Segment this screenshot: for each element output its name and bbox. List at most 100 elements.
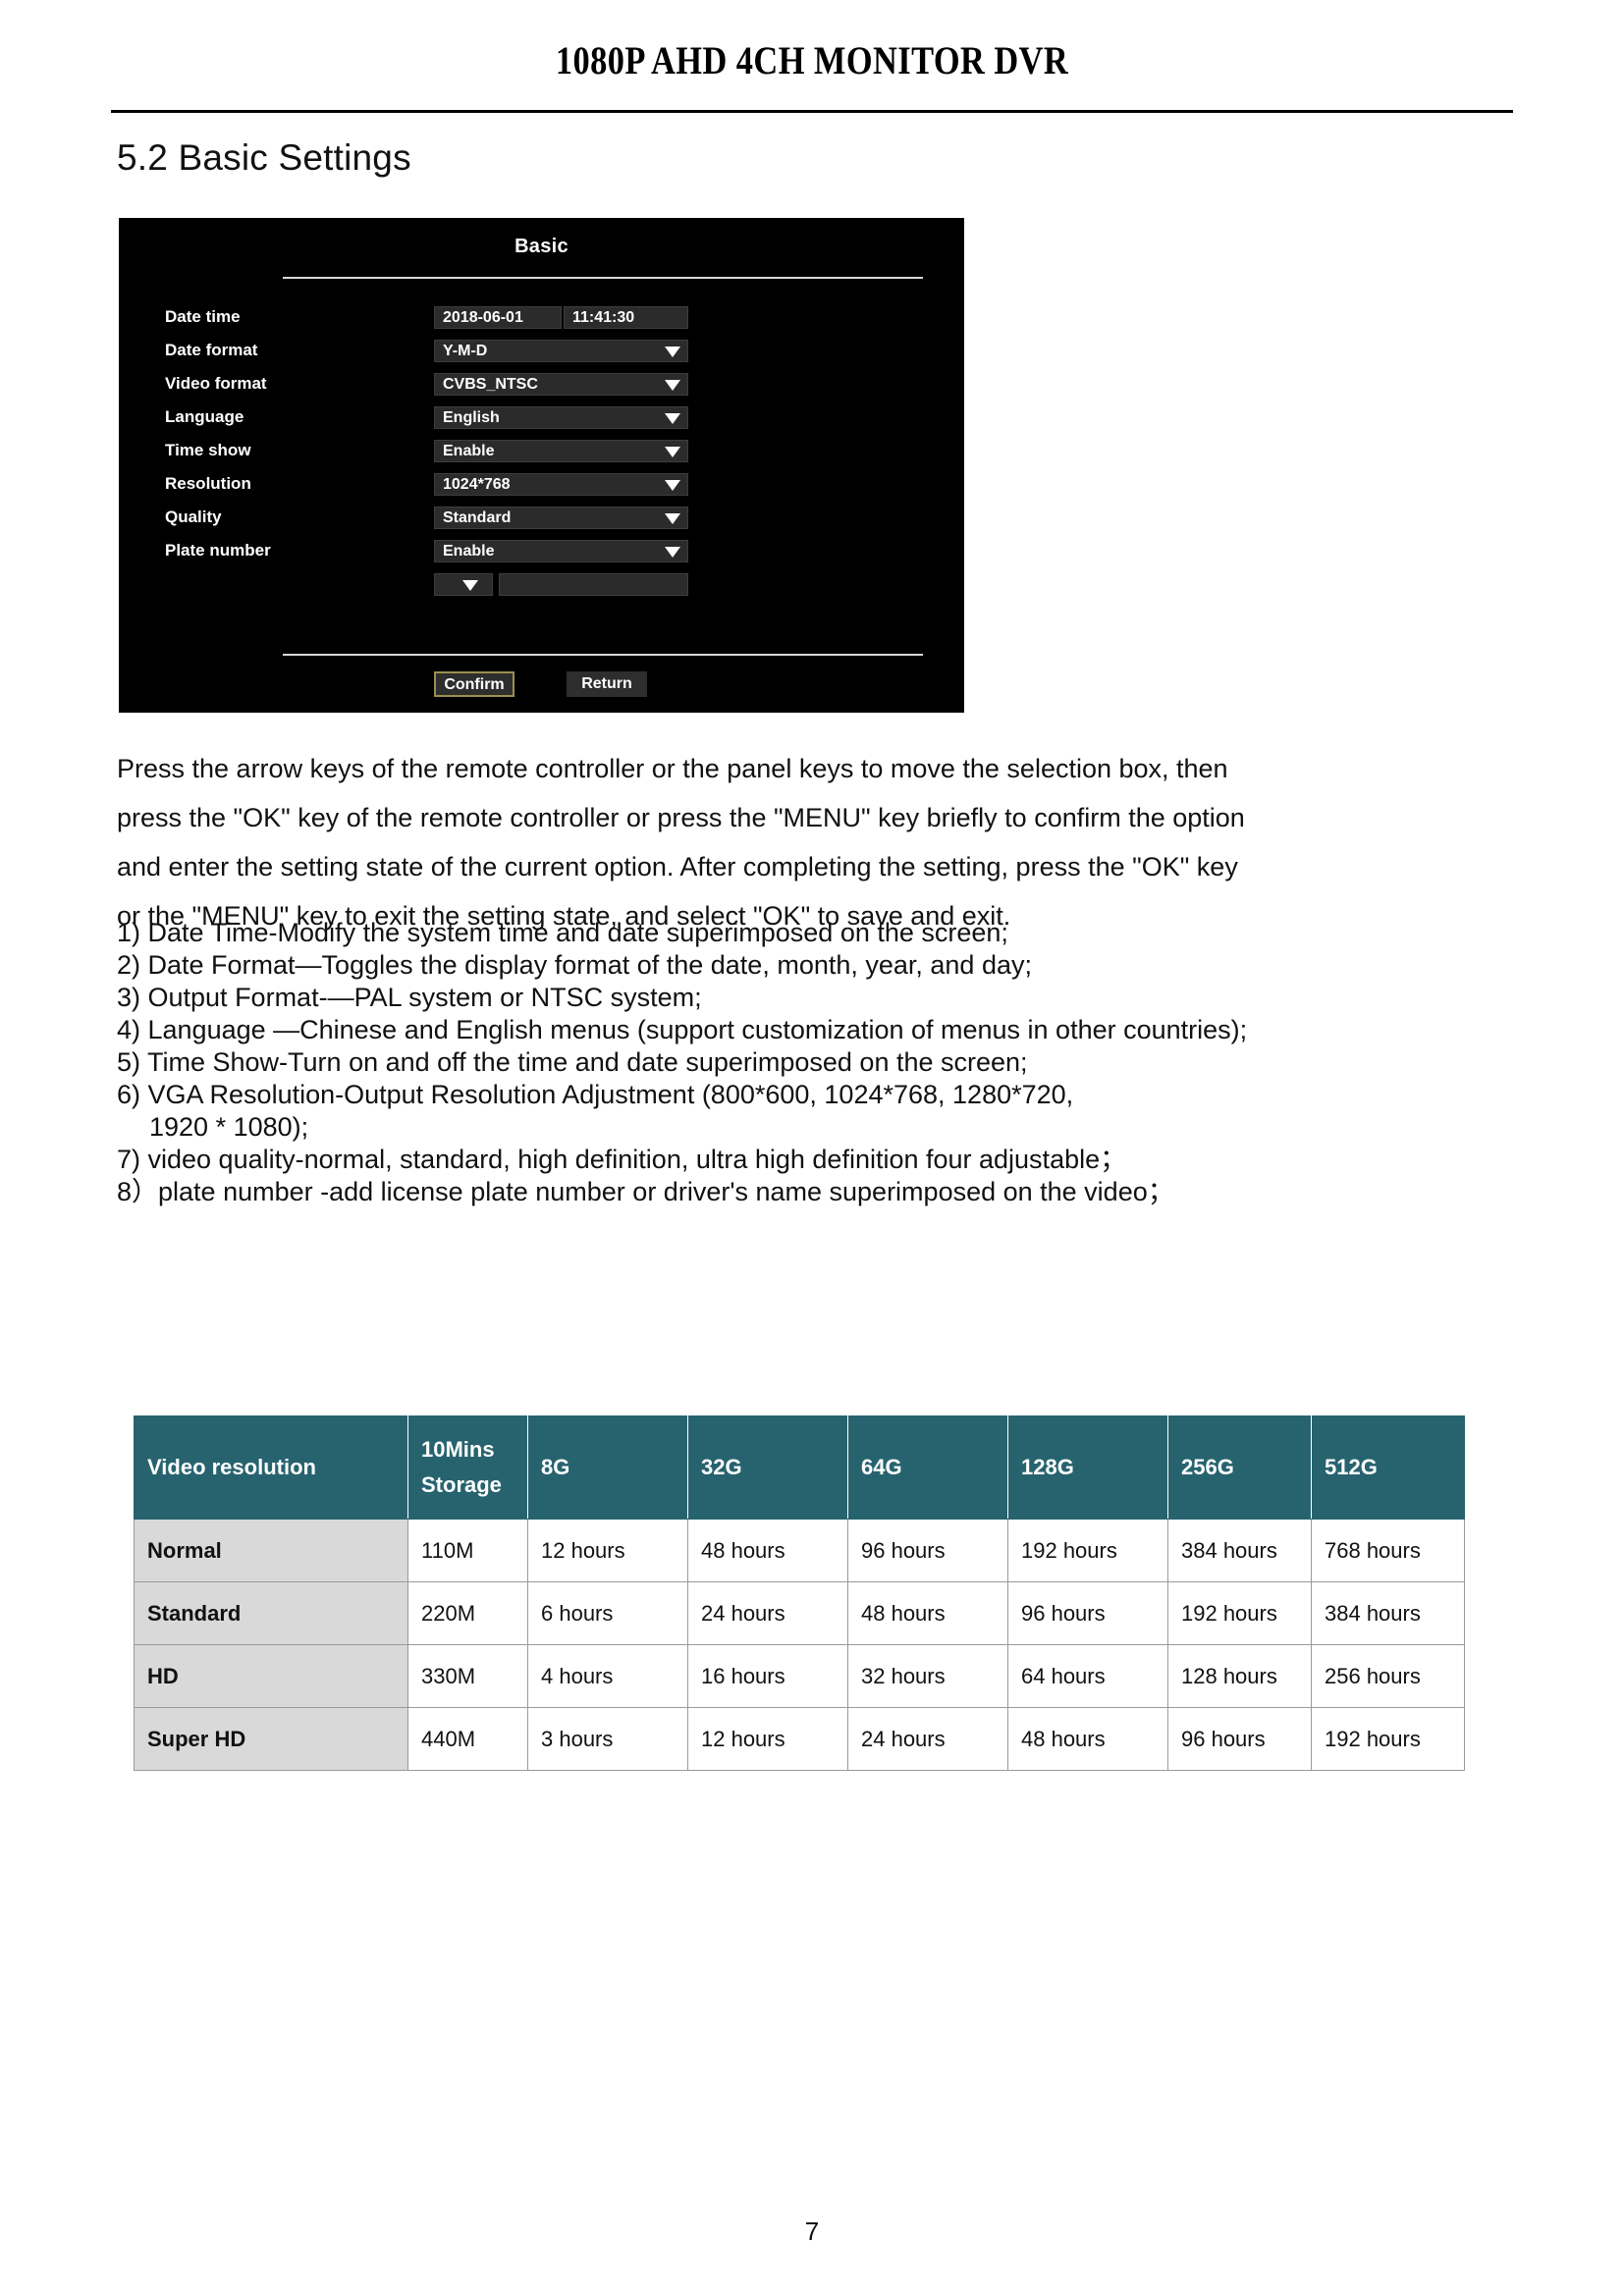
column-header-10mins-storage: 10Mins Storage (407, 1415, 528, 1520)
cell-512g: 192 hours (1311, 1707, 1465, 1771)
dvr-row-plate-number-entry (119, 571, 964, 597)
dvr-date-field[interactable]: 2018-06-01 (434, 306, 562, 329)
cell-storage: 330M (407, 1644, 528, 1708)
cell-128g: 64 hours (1007, 1644, 1168, 1708)
dvr-select-time-show[interactable]: Enable (434, 440, 688, 462)
table-row: Normal 110M 12 hours 48 hours 96 hours 1… (134, 1519, 1465, 1582)
dvr-return-button[interactable]: Return (567, 671, 647, 697)
chevron-down-icon (665, 447, 680, 457)
cell-128g: 48 hours (1007, 1707, 1168, 1771)
dvr-value-language: English (443, 409, 500, 426)
cell-resolution: Super HD (134, 1707, 408, 1771)
column-header-256g: 256G (1167, 1415, 1312, 1520)
table-header-row: Video resolution 10Mins Storage 8G 32G 6… (134, 1415, 1465, 1520)
chevron-down-icon (462, 580, 478, 591)
dvr-date-value: 2018-06-01 (443, 309, 523, 326)
dvr-basic-settings-screenshot: Basic Date time 2018-06-01 11:41:30 Date… (119, 218, 964, 713)
dvr-label-quality: Quality (165, 507, 222, 526)
cell-32g: 24 hours (687, 1581, 848, 1645)
column-header-8g: 8G (527, 1415, 688, 1520)
dvr-select-date-format[interactable]: Y-M-D (434, 340, 688, 362)
document-page: 1080P AHD 4CH MONITOR DVR 5.2 Basic Sett… (0, 0, 1624, 2296)
column-header-line-1: 10Mins (421, 1437, 495, 1462)
dvr-confirm-button[interactable]: Confirm (434, 671, 514, 697)
chevron-down-icon (665, 347, 680, 357)
cell-32g: 48 hours (687, 1519, 848, 1582)
dvr-label-plate-number: Plate number (165, 541, 271, 560)
cell-512g: 768 hours (1311, 1519, 1465, 1582)
list-item: 8）plate number -add license plate number… (117, 1177, 1174, 1206)
cell-256g: 128 hours (1167, 1644, 1312, 1708)
dvr-top-divider (283, 277, 923, 279)
dvr-label-date-time: Date time (165, 307, 241, 326)
dvr-plate-number-input[interactable] (499, 573, 688, 596)
column-header-128g: 128G (1007, 1415, 1168, 1520)
dvr-row-date-format: Date format Y-M-D (119, 338, 964, 363)
document-title: 1080P AHD 4CH MONITOR DVR (555, 38, 1069, 82)
cell-512g: 256 hours (1311, 1644, 1465, 1708)
cell-32g: 12 hours (687, 1707, 848, 1771)
dvr-row-quality: Quality Standard (119, 505, 964, 530)
dvr-label-video-format: Video format (165, 374, 267, 393)
cell-resolution: HD (134, 1644, 408, 1708)
paragraph-line: and enter the setting state of the curre… (117, 852, 1238, 881)
cell-512g: 384 hours (1311, 1581, 1465, 1645)
cell-32g: 16 hours (687, 1644, 848, 1708)
paragraph-line: press the "OK" key of the remote control… (117, 803, 1245, 832)
cell-resolution: Standard (134, 1581, 408, 1645)
chevron-down-icon (665, 513, 680, 524)
dvr-row-video-format: Video format CVBS_NTSC (119, 371, 964, 397)
dvr-value-video-format: CVBS_NTSC (443, 376, 538, 393)
cell-64g: 32 hours (847, 1644, 1008, 1708)
chevron-down-icon (665, 480, 680, 491)
dvr-value-quality: Standard (443, 509, 512, 526)
dvr-value-date-format: Y-M-D (443, 343, 488, 359)
table-row: HD 330M 4 hours 16 hours 32 hours 64 hou… (134, 1644, 1465, 1708)
header-divider (111, 110, 1513, 113)
dvr-time-field[interactable]: 11:41:30 (564, 306, 688, 329)
cell-8g: 3 hours (527, 1707, 688, 1771)
chevron-down-icon (665, 413, 680, 424)
dvr-bottom-divider (283, 654, 923, 656)
cell-8g: 4 hours (527, 1644, 688, 1708)
dvr-select-quality[interactable]: Standard (434, 507, 688, 529)
dvr-row-time-show: Time show Enable (119, 438, 964, 463)
column-header-line-2: Storage (421, 1472, 502, 1497)
column-header-32g: 32G (687, 1415, 848, 1520)
cell-resolution: Normal (134, 1519, 408, 1582)
chevron-down-icon (665, 547, 680, 558)
cell-64g: 96 hours (847, 1519, 1008, 1582)
paragraph-line: Press the arrow keys of the remote contr… (117, 754, 1228, 783)
dvr-select-video-format[interactable]: CVBS_NTSC (434, 373, 688, 396)
dvr-value-resolution: 1024*768 (443, 476, 511, 493)
cell-256g: 96 hours (1167, 1707, 1312, 1771)
storage-capacity-table: Video resolution 10Mins Storage 8G 32G 6… (134, 1415, 1465, 1771)
column-header-512g: 512G (1311, 1415, 1465, 1520)
dvr-label-time-show: Time show (165, 441, 251, 459)
dvr-label-resolution: Resolution (165, 474, 251, 493)
page-number: 7 (804, 2216, 820, 2246)
column-header-video-resolution: Video resolution (134, 1415, 408, 1520)
dvr-menu-title: Basic (514, 236, 568, 257)
dvr-value-time-show: Enable (443, 443, 495, 459)
dvr-time-value: 11:41:30 (572, 309, 635, 326)
dvr-row-date-time: Date time 2018-06-01 11:41:30 (119, 304, 964, 330)
table-row: Super HD 440M 3 hours 12 hours 24 hours … (134, 1707, 1465, 1771)
dvr-row-language: Language English (119, 404, 964, 430)
cell-64g: 24 hours (847, 1707, 1008, 1771)
cell-256g: 192 hours (1167, 1581, 1312, 1645)
cell-storage: 440M (407, 1707, 528, 1771)
chevron-down-icon (665, 380, 680, 391)
section-heading: 5.2 Basic Settings (117, 137, 411, 178)
cell-256g: 384 hours (1167, 1519, 1312, 1582)
dvr-label-date-format: Date format (165, 341, 258, 359)
dvr-label-language: Language (165, 407, 244, 426)
dvr-select-plate-number-prefix[interactable] (434, 573, 493, 596)
dvr-select-plate-number[interactable]: Enable (434, 540, 688, 562)
cell-128g: 192 hours (1007, 1519, 1168, 1582)
cell-8g: 12 hours (527, 1519, 688, 1582)
dvr-select-language[interactable]: English (434, 406, 688, 429)
cell-128g: 96 hours (1007, 1581, 1168, 1645)
dvr-value-plate-number: Enable (443, 543, 495, 560)
dvr-select-resolution[interactable]: 1024*768 (434, 473, 688, 496)
